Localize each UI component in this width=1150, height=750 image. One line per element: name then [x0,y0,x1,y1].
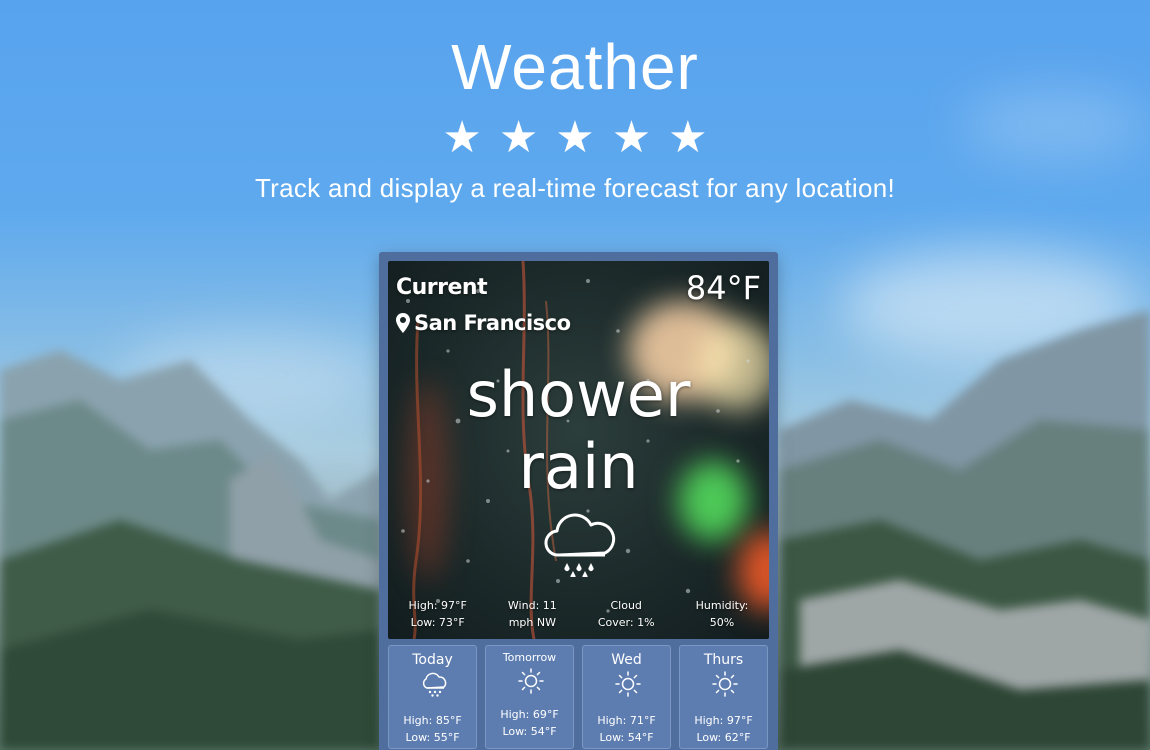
day-low: Low: 54°F [599,731,654,744]
day-high: High: 71°F [597,714,656,727]
day-high-low: High: 85°F Low: 55°F [389,712,476,746]
tagline: Track and display a real-time forecast f… [254,173,896,203]
weather-widget: Current 84°F San Francisco shower rain H… [379,252,778,750]
day-low: Low: 55°F [405,731,460,744]
sun-icon [712,671,738,697]
day-low: Low: 54°F [502,725,557,738]
forecast-card-today[interactable]: Today High: 85°F Low: 55°F [388,645,477,749]
map-pin-icon [396,313,410,333]
stat-line: Wind: 11 [507,599,557,612]
day-high-low: High: 71°F Low: 54°F [583,712,670,746]
day-name: Tomorrow [502,651,557,664]
day-high: High: 85°F [403,714,462,727]
condition-line: shower [466,358,691,431]
cloud-rain-icon [422,672,447,697]
sun-icon [615,671,641,697]
stat-line: High: 97°F [408,599,467,612]
forecast-card-thurs[interactable]: Thurs High: 97°F Low: 62°F [679,645,768,749]
forecast-card-tomorrow[interactable]: Tomorrow High: 69°F Low: 54°F [485,645,574,749]
forecast-card-wed[interactable]: Wed High: 71°F Low: 54°F [582,645,671,749]
stat-humidity: Humidity: 50% [696,597,749,631]
stat-line: Cloud [610,599,642,612]
current-temperature: 84°F [685,269,761,307]
stat-line: mph NW [508,616,556,629]
day-name: Thurs [703,652,744,668]
day-low: Low: 62°F [696,731,751,744]
condition-line: rain [518,430,639,503]
current-label: Current [396,275,488,300]
page-title: Weather [451,31,699,103]
current-weather-panel: Current 84°F San Francisco shower rain H… [388,261,769,639]
stat-line: Low: 73°F [410,616,465,629]
location: San Francisco [396,311,571,335]
stat-line: Humidity: [695,599,749,612]
forecast-row: Today High: 85°F Low: 55°F Tomorrow High… [388,645,769,749]
day-name: Today [412,652,453,668]
stat-cloud-cover: Cloud Cover: 1% [598,597,655,631]
stat-line: 50% [709,616,735,629]
location-name: San Francisco [414,311,571,335]
day-name: Wed [611,652,642,668]
day-high-low: High: 97°F Low: 62°F [680,712,767,746]
cloud-rain-icon [544,513,616,577]
current-condition: shower rain [388,359,769,503]
sun-icon [518,668,544,694]
current-stats: High: 97°F Low: 73°F Wind: 11 mph NW Clo… [388,597,769,631]
day-high: High: 69°F [500,708,559,721]
day-high-low: High: 69°F Low: 54°F [486,706,573,740]
rating-stars: ★★★★★ [442,112,725,163]
stat-line: Cover: 1% [597,616,655,629]
stat-high-low: High: 97°F Low: 73°F [409,597,467,631]
stat-wind: Wind: 11 mph NW [508,597,557,631]
day-high: High: 97°F [694,714,753,727]
